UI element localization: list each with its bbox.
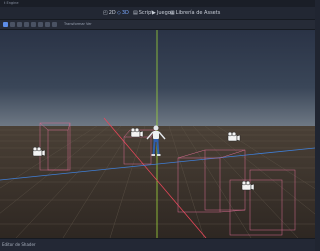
workspace-game-button[interactable]: ▶Juego — [152, 7, 171, 19]
script-icon: ▤ — [133, 10, 138, 16]
workspace-2d-label: 2D — [108, 10, 116, 16]
viewport-toolbar: Transformar Ver — [0, 20, 315, 30]
workspace-2d-button[interactable]: ◰2D — [103, 7, 116, 19]
list-select-icon[interactable] — [31, 22, 36, 27]
move-tool-icon[interactable] — [10, 22, 15, 27]
group-icon[interactable] — [45, 22, 50, 27]
bottom-panel-bar: Editor de Shader — [0, 238, 315, 251]
transform-menu[interactable]: Transformar — [64, 20, 85, 29]
3d-icon: ◇ — [117, 10, 121, 16]
workspace-3d-label: 3D — [121, 10, 129, 16]
workspace-3d-button[interactable]: ◇3D — [117, 7, 129, 19]
scale-tool-icon[interactable] — [24, 22, 29, 27]
local-space-icon[interactable] — [52, 22, 57, 27]
3d-viewport[interactable] — [0, 30, 315, 238]
viewport-scene — [0, 30, 315, 238]
workspace-game-label: Juego — [156, 10, 171, 16]
window-title: t Engine — [0, 0, 315, 7]
shader-editor-tab[interactable]: Editor de Shader — [2, 239, 36, 251]
view-menu[interactable]: Ver — [86, 20, 92, 29]
2d-icon: ◰ — [103, 10, 108, 16]
workspace-bar: ◰2D ◇3D ▤Script ▶Juego ▦Librería de Asse… — [0, 7, 315, 20]
workspace-assetlib-label: Librería de Assets — [175, 10, 221, 16]
select-tool-icon[interactable] — [3, 22, 8, 27]
workspace-script-button[interactable]: ▤Script — [133, 7, 153, 19]
rotate-tool-icon[interactable] — [17, 22, 22, 27]
sky — [0, 30, 315, 126]
lock-icon[interactable] — [38, 22, 43, 27]
play-icon: ▶ — [152, 10, 156, 16]
assetlib-icon: ▦ — [170, 10, 175, 16]
workspace-assetlib-button[interactable]: ▦Librería de Assets — [170, 7, 220, 19]
